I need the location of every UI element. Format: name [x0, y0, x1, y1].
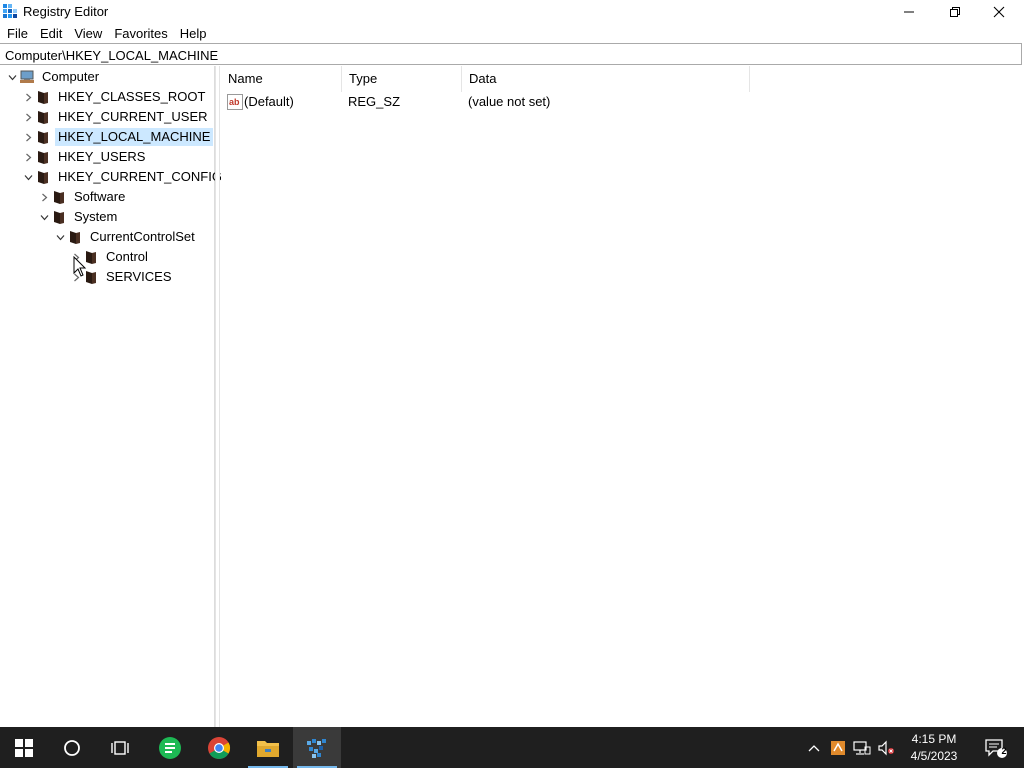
- address-path: Computer\HKEY_LOCAL_MACHINE: [5, 48, 219, 63]
- chevron-down-icon[interactable]: [5, 67, 19, 87]
- tree-item-hkey-classes-root[interactable]: HKEY_CLASSES_ROOT: [21, 87, 208, 107]
- close-icon: [993, 6, 1005, 18]
- minimize-icon: [904, 11, 914, 13]
- clock-date: 4/5/2023: [910, 749, 958, 763]
- registry-folder-icon: [35, 89, 51, 105]
- taskbar-sheets-app[interactable]: [146, 727, 194, 768]
- menu-bar: File Edit View Favorites Help: [0, 24, 1024, 43]
- volume-button[interactable]: [875, 727, 897, 768]
- action-center-button[interactable]: 2: [978, 727, 1012, 768]
- tree-label: HKEY_CLASSES_ROOT: [58, 89, 206, 104]
- registry-editor-app-icon: [3, 4, 17, 18]
- tree-item-system[interactable]: System: [37, 207, 120, 227]
- menu-help[interactable]: Help: [174, 24, 213, 43]
- chevron-right-icon[interactable]: [21, 87, 35, 107]
- task-view-button[interactable]: [96, 727, 144, 768]
- sheets-app-icon: [159, 736, 181, 759]
- volume-muted-icon: [878, 740, 894, 755]
- string-value-icon: ab: [227, 94, 243, 110]
- registry-folder-icon: [35, 129, 51, 145]
- taskbar-chrome[interactable]: [195, 727, 243, 768]
- registry-folder-icon: [67, 229, 83, 245]
- value-row[interactable]: ab (Default) REG_SZ (value not set): [221, 92, 1022, 112]
- folder-icon: [257, 740, 279, 757]
- pane-splitter[interactable]: [215, 66, 220, 727]
- tree-item-hkey-current-config[interactable]: HKEY_CURRENT_CONFIG: [21, 167, 225, 187]
- taskbar-file-explorer[interactable]: [244, 727, 292, 768]
- registry-folder-icon: [35, 109, 51, 125]
- network-button[interactable]: [851, 727, 873, 768]
- tree-item-hkey-local-machine[interactable]: HKEY_LOCAL_MACHINE: [21, 127, 214, 147]
- restore-icon: [950, 7, 960, 17]
- tree-label: CurrentControlSet: [90, 229, 195, 244]
- svg-text:ab: ab: [229, 97, 240, 107]
- tree-label-selected: HKEY_LOCAL_MACHINE: [55, 128, 214, 146]
- tree-label: Computer: [42, 69, 100, 84]
- menu-file[interactable]: File: [0, 24, 34, 43]
- tray-app[interactable]: [828, 727, 848, 768]
- chevron-down-icon[interactable]: [53, 227, 67, 247]
- registry-folder-icon: [51, 209, 67, 225]
- chevron-down-icon[interactable]: [21, 167, 35, 187]
- registry-editor-icon: [307, 738, 326, 758]
- menu-edit[interactable]: Edit: [34, 24, 68, 43]
- restore-button[interactable]: [932, 0, 978, 24]
- tray-app-icon: [831, 740, 845, 755]
- taskbar: 4:15 PM 4/5/2023 2: [0, 727, 1024, 768]
- tree-label: SERVICES: [106, 269, 172, 284]
- minimize-button[interactable]: [886, 0, 932, 24]
- menu-view[interactable]: View: [68, 24, 108, 43]
- tree-item-software[interactable]: Software: [37, 187, 128, 207]
- key-tree-pane[interactable]: Computer HKEY_CLASSES_ROOT HKEY_CURRENT_…: [0, 66, 222, 727]
- chevron-right-icon[interactable]: [37, 187, 51, 207]
- window-title: Registry Editor: [23, 4, 109, 19]
- value-type: REG_SZ: [348, 94, 401, 109]
- list-header: Name Type Data: [221, 66, 1022, 92]
- close-button[interactable]: [976, 0, 1022, 24]
- menu-favorites[interactable]: Favorites: [108, 24, 173, 43]
- title-bar: Registry Editor: [0, 0, 1024, 24]
- clock-time: 4:15 PM: [911, 732, 957, 746]
- tree-item-currentcontrolset[interactable]: CurrentControlSet: [53, 227, 198, 247]
- column-header-data[interactable]: Data: [462, 66, 750, 92]
- windows-logo-icon: [15, 738, 33, 757]
- column-header-type[interactable]: Type: [342, 66, 462, 92]
- computer-icon: [19, 69, 35, 85]
- show-hidden-icons-button[interactable]: [804, 727, 824, 768]
- search-circle-icon: [64, 739, 80, 756]
- start-button[interactable]: [0, 727, 48, 768]
- network-icon: [853, 740, 871, 755]
- chevron-right-icon[interactable]: [21, 147, 35, 167]
- task-view-icon: [111, 740, 129, 755]
- chevron-right-icon[interactable]: [21, 107, 35, 127]
- tree-label: Software: [74, 189, 126, 204]
- tree-label: HKEY_CURRENT_CONFIG: [58, 169, 222, 184]
- search-button[interactable]: [48, 727, 96, 768]
- mouse-cursor-icon: [73, 256, 87, 277]
- taskbar-registry-editor[interactable]: [293, 727, 341, 768]
- chevron-right-icon[interactable]: [21, 127, 35, 147]
- clock[interactable]: 4:15 PM 4/5/2023: [896, 731, 972, 765]
- tree-label: HKEY_USERS: [58, 149, 146, 164]
- tree-label: System: [74, 209, 118, 224]
- tree-label: HKEY_CURRENT_USER: [58, 109, 208, 124]
- value-data: (value not set): [468, 94, 551, 109]
- column-header-name[interactable]: Name: [221, 66, 342, 92]
- tree-label: Control: [106, 249, 148, 264]
- address-bar[interactable]: Computer\HKEY_LOCAL_MACHINE: [0, 43, 1022, 65]
- tree-item-hkey-current-user[interactable]: HKEY_CURRENT_USER: [21, 107, 211, 127]
- registry-folder-icon: [35, 149, 51, 165]
- registry-folder-icon: [35, 169, 51, 185]
- tree-item-hkey-users[interactable]: HKEY_USERS: [21, 147, 148, 167]
- chevron-up-icon: [808, 744, 820, 751]
- registry-folder-icon: [51, 189, 67, 205]
- value-name: (Default): [244, 94, 294, 109]
- tree-item-computer[interactable]: Computer: [5, 67, 102, 87]
- notifications-count: 2: [1001, 746, 1007, 756]
- chrome-icon: [208, 736, 230, 759]
- chevron-down-icon[interactable]: [37, 207, 51, 227]
- values-list-pane[interactable]: Name Type Data ab (Default) REG_SZ (valu…: [221, 66, 1022, 727]
